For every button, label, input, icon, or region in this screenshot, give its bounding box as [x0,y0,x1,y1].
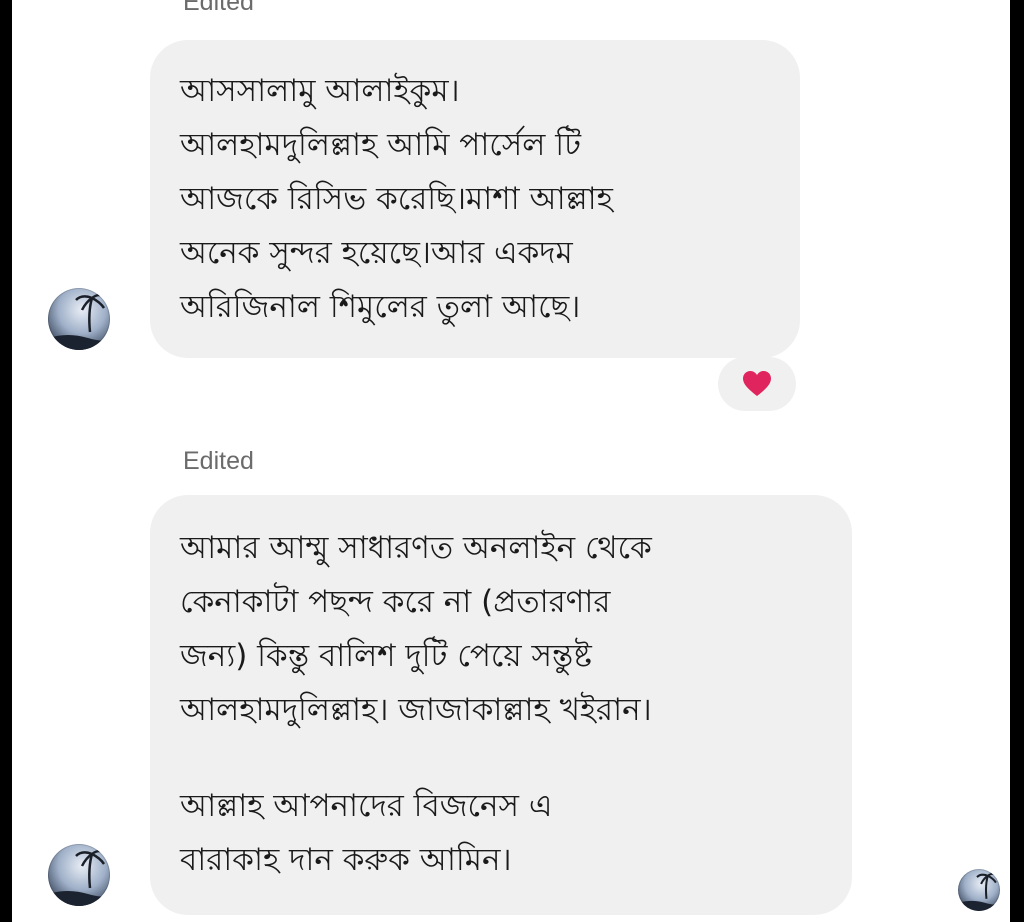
avatar-image [48,849,110,906]
message-text-line: অনেক সুন্দর হয়েছে।আর একদম [180,235,573,271]
message-bubble[interactable]: আমার আম্মু সাধারণত অনলাইন থেকে কেনাকাটা … [150,495,852,915]
message-text-line: আলহামদুলিল্লাহ আমি পার্সেল টি [180,127,581,163]
message-text-line: আমার আম্মু সাধারণত অনলাইন থেকে [180,530,652,566]
message-text-line: কেনাকাটা পছন্দ করে না (প্রতারণার [180,584,611,620]
message-text-line: আল্লাহ আপনাদের বিজনেস এ [180,788,553,824]
paragraph-break [180,737,828,779]
avatar-image [48,293,110,350]
seen-receipt-avatar [958,869,1000,911]
reaction-badge[interactable] [718,357,796,411]
message-text-line: আজকে রিসিভ করেছি।মাশা আল্লাহ [180,181,613,217]
sender-avatar[interactable] [48,844,110,906]
message-text-line: জন্য) কিন্তু বালিশ দুটি পেয়ে সন্তুষ্ট [180,638,592,674]
sender-avatar[interactable] [48,288,110,350]
message-text-line: আসসালামু আলাইকুম। [180,73,460,109]
edited-label: Edited [183,0,254,16]
avatar-image [958,872,1000,911]
edited-label: Edited [183,447,254,475]
message-bubble[interactable]: আসসালামু আলাইকুম। আলহামদুলিল্লাহ আমি পার… [150,40,800,358]
conversation-view: Edited আসসালামু আলাইকুম। আলহামদুলিল্লাহ … [12,0,1010,922]
message-text-line: অরিজিনাল শিমুলের তুলা আছে। [180,289,581,325]
message-text-line: আলহামদুলিল্লাহ। জাজাকাল্লাহ খইরান। [180,692,652,728]
message-text-line: বারাকাহ দান করুক আমিন। [180,842,512,878]
heart-icon [743,371,771,396]
